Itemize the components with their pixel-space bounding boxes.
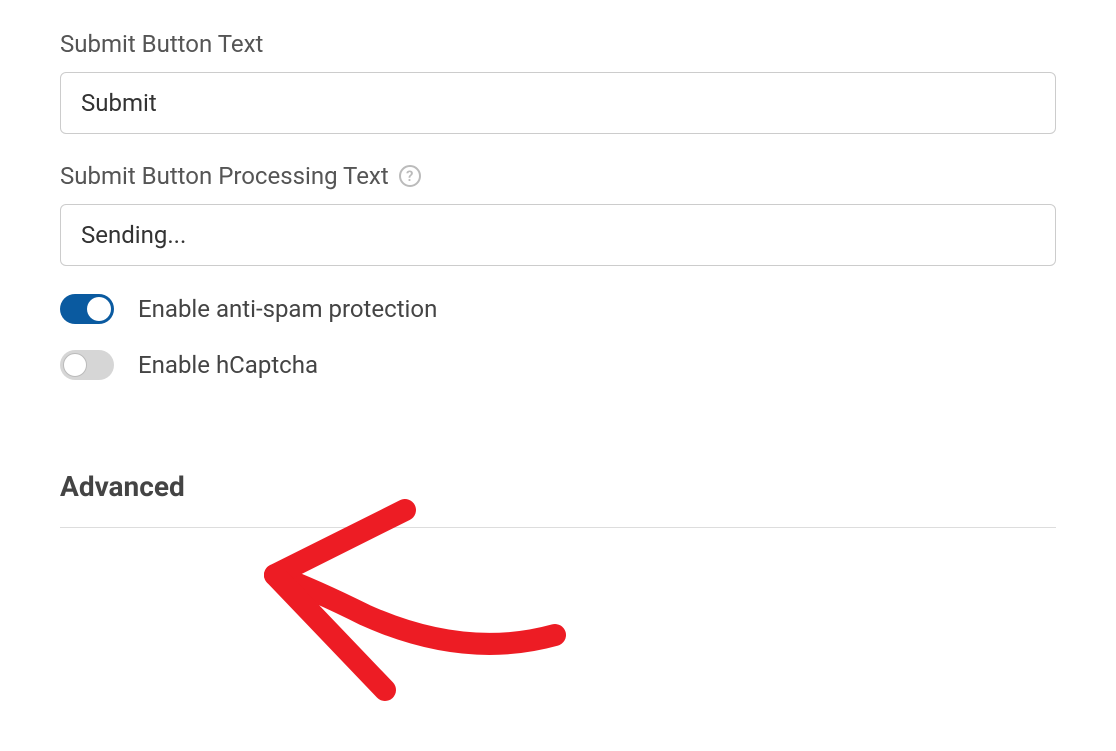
hcaptcha-toggle[interactable]	[60, 350, 114, 380]
section-divider	[60, 527, 1056, 528]
submit-button-text-field: Submit Button Text	[60, 30, 1056, 134]
label-text: Submit Button Processing Text	[60, 162, 389, 190]
hcaptcha-label: Enable hCaptcha	[138, 351, 318, 379]
submit-button-processing-text-field: Submit Button Processing Text ?	[60, 162, 1056, 266]
help-icon[interactable]: ?	[399, 165, 421, 187]
toggle-knob	[87, 297, 111, 321]
anti-spam-label: Enable anti-spam protection	[138, 295, 437, 323]
anti-spam-toggle[interactable]	[60, 294, 114, 324]
submit-button-text-input[interactable]	[60, 72, 1056, 134]
submit-button-processing-text-input[interactable]	[60, 204, 1056, 266]
advanced-section-heading: Advanced	[60, 470, 1056, 503]
anti-spam-toggle-row: Enable anti-spam protection	[60, 294, 1056, 324]
annotation-arrow-icon	[235, 470, 575, 710]
hcaptcha-toggle-row: Enable hCaptcha	[60, 350, 1056, 380]
submit-button-text-label: Submit Button Text	[60, 30, 1056, 58]
label-text: Submit Button Text	[60, 30, 263, 58]
toggle-knob	[63, 353, 87, 377]
submit-button-processing-text-label: Submit Button Processing Text ?	[60, 162, 1056, 190]
